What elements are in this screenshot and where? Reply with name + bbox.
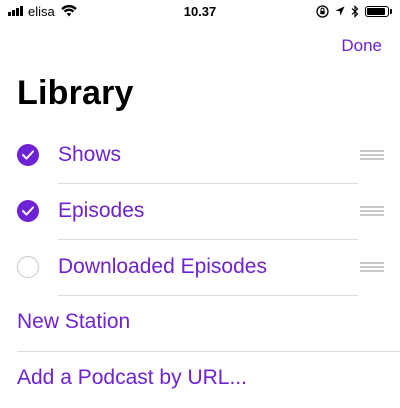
new-station-label: New Station — [17, 310, 131, 333]
new-station-button[interactable]: New Station — [0, 296, 400, 352]
add-podcast-by-url-button[interactable]: Add a Podcast by URL... — [0, 352, 400, 408]
done-button[interactable]: Done — [341, 36, 382, 56]
unchecked-circle-icon[interactable] — [17, 256, 39, 278]
library-item-label: Episodes — [58, 199, 145, 222]
checkmark-icon[interactable] — [17, 144, 39, 166]
bluetooth-icon — [351, 4, 359, 18]
reorder-handle-icon[interactable] — [360, 206, 384, 216]
library-item-label: Downloaded Episodes — [58, 255, 267, 278]
reorder-handle-icon[interactable] — [360, 150, 384, 160]
battery-icon — [365, 5, 392, 17]
location-icon — [335, 6, 345, 16]
orientation-lock-icon — [316, 4, 329, 18]
library-item-shows[interactable]: Shows — [0, 128, 400, 184]
page-title: Library — [17, 74, 134, 112]
library-item-episodes[interactable]: Episodes — [0, 184, 400, 240]
reorder-handle-icon[interactable] — [360, 262, 384, 272]
library-item-label: Shows — [58, 143, 122, 166]
add-podcast-by-url-label: Add a Podcast by URL... — [17, 366, 247, 389]
library-item-downloaded-episodes[interactable]: Downloaded Episodes — [0, 240, 400, 296]
checkmark-icon[interactable] — [17, 200, 39, 222]
library-list: Shows Episodes Downloaded Episodes New S… — [0, 128, 400, 408]
status-bar: elisa 10.37 — [0, 0, 400, 22]
status-bar-right — [310, 3, 392, 19]
